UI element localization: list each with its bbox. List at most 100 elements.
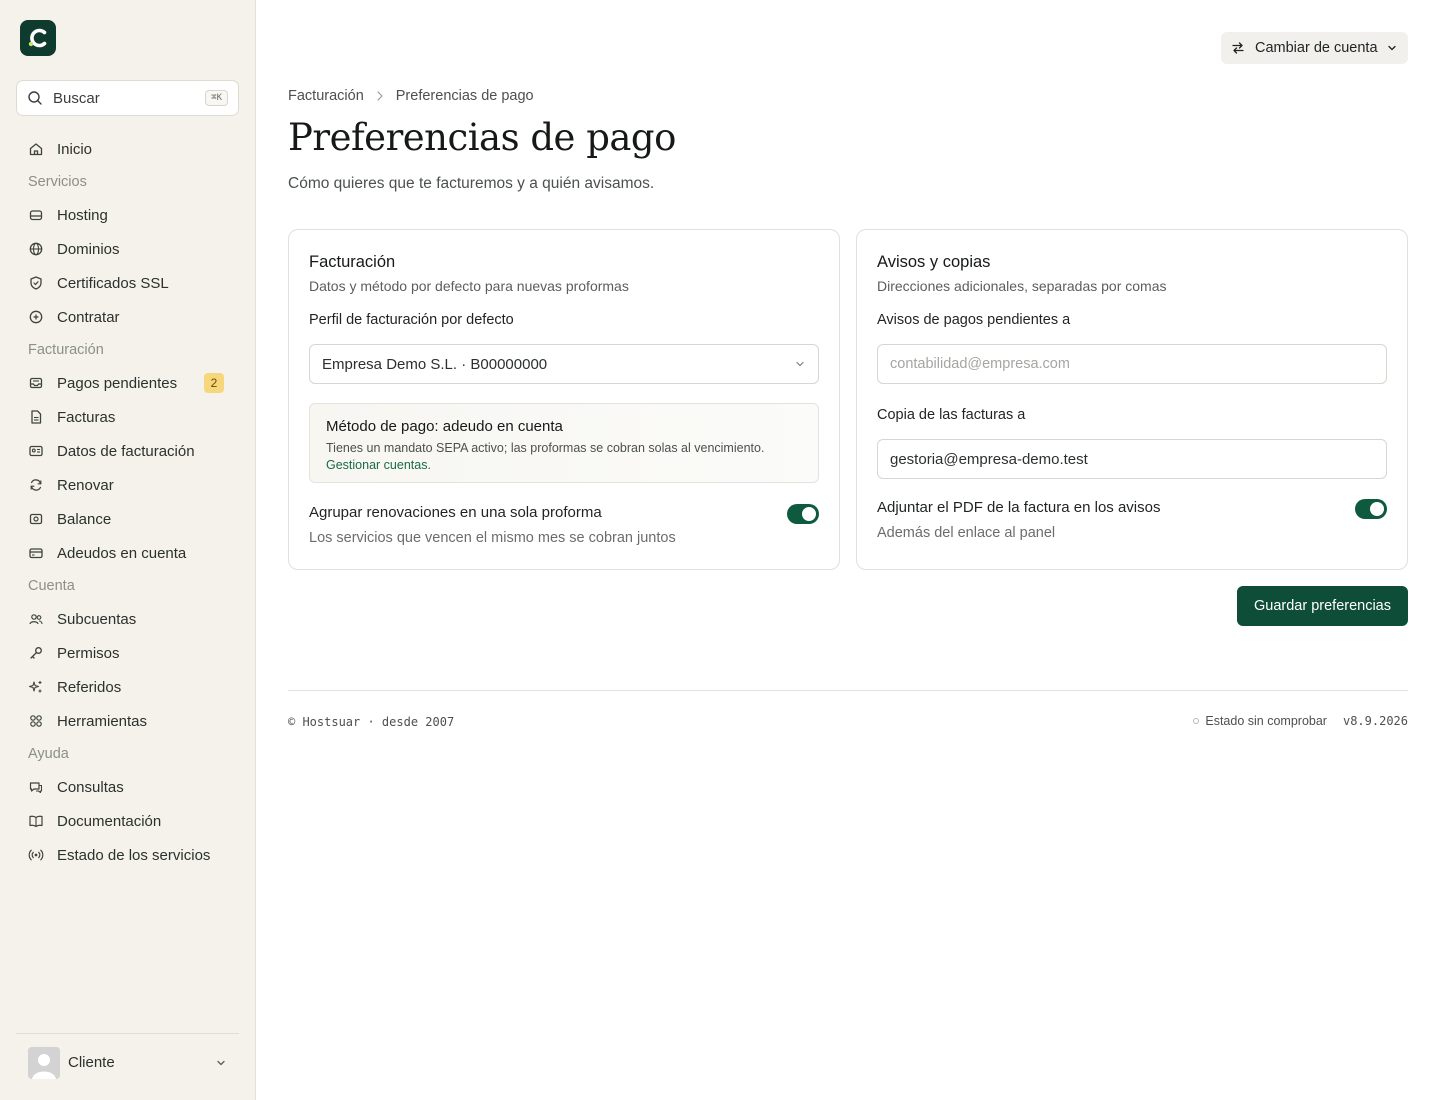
nav-section-heading: Ayuda: [28, 746, 69, 762]
breadcrumb: Facturación Preferencias de pago: [288, 88, 534, 104]
sidebar-item-adeudos-en-cuenta[interactable]: Adeudos en cuenta: [16, 536, 240, 570]
sidebar-nav: Inicio Servicios Hosting Dominios Certificad…: [16, 132, 240, 872]
save-preferences-button[interactable]: Guardar preferencias: [1237, 586, 1408, 626]
breadcrumb-parent-link[interactable]: Facturación: [288, 88, 364, 104]
sidebar-item-permisos[interactable]: Permisos: [16, 636, 240, 670]
inbox-icon: [29, 377, 43, 389]
attach-pdf-toggle[interactable]: [1355, 499, 1387, 519]
swap-arrows-icon: [1232, 42, 1244, 54]
sidebar-item-hosting[interactable]: Hosting: [16, 198, 240, 232]
broadcast-icon: [28, 849, 44, 861]
group-renewals-label: Agrupar renovaciones en una sola proform…: [309, 504, 602, 521]
nav-section-heading: Servicios: [28, 174, 87, 190]
key-icon: [30, 647, 42, 659]
sidebar-item-label: Certificados SSL: [57, 274, 169, 292]
payment-method-note: Método de pago: adeudo en cuenta Tienes …: [309, 403, 819, 483]
switch-account-button[interactable]: Cambiar de cuenta: [1221, 32, 1408, 64]
sidebar-item-herramientas[interactable]: Herramientas: [16, 704, 240, 738]
sidebar-item-consultas[interactable]: Consultas: [16, 770, 240, 804]
sidebar-item-label: Referidos: [57, 678, 122, 696]
notices-card-title: Avisos y copias: [877, 253, 991, 271]
chat-icon: [29, 782, 43, 794]
users-icon: [29, 614, 43, 625]
sidebar-item-balance[interactable]: Balance: [16, 502, 240, 536]
chevron-right-icon: [377, 91, 383, 101]
user-menu[interactable]: Cliente: [16, 1033, 239, 1091]
search-input-label: Buscar: [53, 89, 100, 107]
chevron-down-icon: [217, 1060, 225, 1065]
avatar: [28, 1046, 60, 1079]
footer-meta: Estado sin comprobar v8.9.2026: [1193, 714, 1408, 728]
sidebar-item-label: Renovar: [57, 476, 114, 494]
sidebar-item-documentacion[interactable]: Documentación: [16, 804, 240, 838]
billing-card-title: Facturación: [309, 253, 396, 271]
sidebar-item-contratar[interactable]: Contratar: [16, 300, 240, 334]
logo-mark-icon: [28, 28, 47, 48]
sidebar-item-certificados-ssl[interactable]: Certificados SSL: [16, 266, 240, 300]
attach-pdf-help: Además del enlace al panel: [877, 525, 1056, 541]
sidebar-item-label: Contratar: [57, 308, 120, 326]
sidebar-item-label: Herramientas: [57, 712, 148, 730]
sidebar-item-subcuentas[interactable]: Subcuentas: [16, 602, 240, 636]
plus-circle-icon: [29, 310, 43, 324]
sidebar-item-label: Documentación: [57, 812, 162, 830]
book-icon: [29, 815, 43, 828]
sidebar-item-dominios[interactable]: Dominios: [16, 232, 240, 266]
toggle-knob: [802, 507, 816, 521]
group-renewals-toggle[interactable]: [787, 504, 819, 524]
sidebar-item-label: Adeudos en cuenta: [57, 544, 187, 562]
payment-method-text: Tienes un mandato SEPA activo; las profo…: [326, 441, 765, 455]
shield-icon: [30, 276, 42, 290]
attach-pdf-label: Adjuntar el PDF de la factura en los avi…: [877, 499, 1161, 516]
sidebar-item-facturas[interactable]: Facturas: [16, 400, 240, 434]
switch-account-label: Cambiar de cuenta: [1255, 40, 1378, 56]
invoice-copy-label: Copia de las facturas a: [877, 407, 1026, 423]
sidebar-item-renovar[interactable]: Renovar: [16, 468, 240, 502]
pending-count-badge: 2: [204, 373, 224, 393]
user-silhouette-icon: [28, 1046, 60, 1079]
chevron-down-icon: [796, 361, 804, 367]
sidebar-item-label: Facturas: [57, 408, 116, 426]
sidebar-item-label: Dominios: [57, 240, 120, 258]
globe-icon: [29, 242, 43, 256]
invoice-copy-input[interactable]: gestoria@empresa-demo.test: [877, 439, 1387, 479]
credit-card-icon: [29, 548, 43, 559]
sidebar-item-label: Subcuentas: [57, 610, 137, 628]
sidebar-item-referidos[interactable]: Referidos: [16, 670, 240, 704]
billing-profile-select[interactable]: Empresa Demo S.L. · B00000000: [309, 344, 819, 384]
billing-card-description: Datos y método por defecto para nuevas p…: [309, 278, 629, 294]
grid-icon: [30, 715, 42, 727]
profile-field-label: Perfil de facturación por defecto: [309, 312, 514, 328]
service-status-text[interactable]: Estado sin comprobar: [1205, 714, 1327, 728]
sidebar-item-label: Permisos: [57, 644, 120, 662]
page-title: Preferencias de pago: [288, 116, 676, 159]
billing-profile-value: Empresa Demo S.L. · B00000000: [322, 355, 548, 373]
sidebar-item-pagos-pendientes[interactable]: Pagos pendientes 2: [16, 366, 240, 400]
group-renewals-help: Los servicios que vencen el mismo mes se…: [309, 530, 676, 546]
sidebar-item-estado-de-los-servicios[interactable]: Estado de los servicios: [16, 838, 240, 872]
footer-divider: [288, 690, 1408, 691]
search-shortcut-hint: ⌘K: [205, 90, 228, 106]
user-name: Cliente: [68, 1054, 115, 1071]
notices-card: Avisos y copias Direcciones adicionales,…: [856, 229, 1408, 570]
sidebar: Buscar ⌘K Inicio Servicios Hosting Dominios…: [0, 0, 256, 1100]
footer-copyright: © Hostsuar · desde 2007: [288, 715, 455, 729]
brand-logo[interactable]: [20, 20, 56, 56]
home-icon: [29, 143, 43, 156]
manage-accounts-link[interactable]: Gestionar cuentas.: [326, 458, 431, 472]
status-dot-icon: [1193, 718, 1200, 724]
sidebar-item-datos-de-facturacion[interactable]: Datos de facturación: [16, 434, 240, 468]
sidebar-item-inicio[interactable]: Inicio: [16, 132, 240, 166]
file-icon: [31, 410, 42, 424]
search-icon: [28, 91, 42, 105]
billing-card: Facturación Datos y método por defecto p…: [288, 229, 840, 570]
search-box[interactable]: Buscar ⌘K: [16, 80, 239, 116]
sidebar-item-label: Consultas: [57, 778, 124, 796]
id-card-icon: [29, 445, 43, 457]
pending-notices-input[interactable]: contabilidad@empresa.com: [877, 344, 1387, 384]
notices-card-description: Direcciones adicionales, separadas por c…: [877, 278, 1167, 294]
nav-section-heading: Cuenta: [28, 578, 75, 594]
page-subtitle: Cómo quieres que te facturemos y a quién…: [288, 175, 655, 192]
app-version: v8.9.2026: [1342, 714, 1408, 728]
server-icon: [29, 210, 43, 221]
